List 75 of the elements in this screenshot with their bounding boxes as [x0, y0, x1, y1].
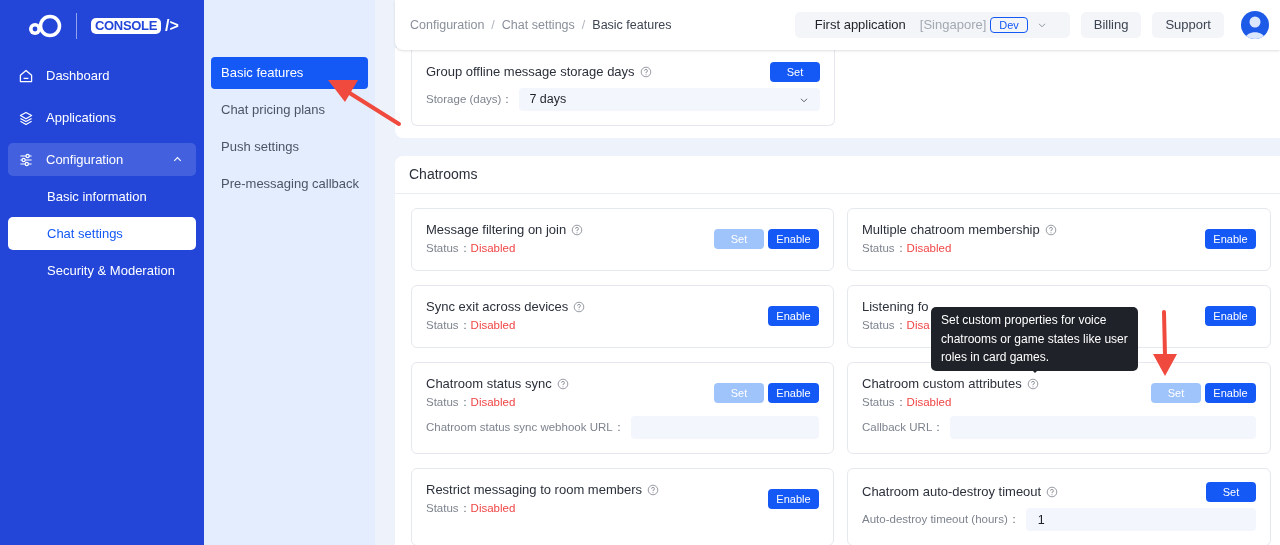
submenu-item[interactable]: Basic features — [211, 57, 368, 89]
header-button[interactable]: Billing — [1080, 12, 1142, 38]
status-label: Status： — [426, 501, 471, 516]
field-label: Storage (days)： — [426, 91, 514, 107]
nav-item[interactable]: Basic information — [8, 180, 196, 213]
section-title: Chatrooms — [409, 165, 478, 184]
logo-badge: CONSOLE — [91, 18, 161, 34]
status-label: Status： — [862, 318, 907, 333]
status-label: Status： — [862, 395, 907, 410]
status-value: Disabled — [470, 241, 516, 256]
breadcrumb-separator: / — [581, 16, 586, 34]
status-label: Status： — [426, 318, 471, 333]
help-icon — [1026, 378, 1039, 390]
sliders-icon — [18, 151, 34, 168]
tooltip: Set custom properties for voice chatrooms or game states like user roles in card games. — [931, 307, 1138, 371]
breadcrumb-current: Basic features — [592, 16, 672, 34]
home-icon — [18, 67, 34, 84]
submenu-item[interactable]: Push settings — [211, 131, 368, 163]
nav-item[interactable]: Chat settings — [8, 217, 196, 250]
status-value: Disabled — [906, 241, 952, 256]
feature-title: Message filtering on join — [426, 222, 567, 238]
status-value: Disabled — [906, 395, 952, 410]
nav-item[interactable]: Dashboard — [8, 59, 196, 92]
logo-icon — [26, 12, 62, 40]
breadcrumb-link[interactable]: Configuration — [410, 15, 485, 35]
field-label: Callback URL： — [862, 419, 945, 435]
enable-button[interactable]: Enable — [768, 489, 819, 509]
nav-item[interactable]: Configuration — [8, 143, 196, 176]
enable-button[interactable]: Enable — [1205, 306, 1256, 326]
set-button[interactable]: Set — [1206, 482, 1256, 502]
nav-item[interactable]: Security & Moderation — [8, 254, 196, 287]
status-value: Disabled — [470, 318, 516, 333]
status-value: Disa — [906, 318, 930, 333]
feature-title: Listening fo — [862, 299, 929, 315]
help-icon — [647, 484, 659, 496]
input-field[interactable]: 1 — [1025, 508, 1256, 531]
env-badge: Dev — [990, 17, 1028, 33]
set-button[interactable]: Set — [770, 62, 820, 82]
field-label: Auto-destroy timeout (hours)： — [862, 511, 1020, 527]
annotation-arrow — [1153, 310, 1177, 376]
status-value: Disabled — [470, 501, 516, 516]
help-icon — [1046, 486, 1059, 498]
enable-button[interactable]: Enable — [768, 306, 819, 326]
help-icon — [571, 224, 584, 236]
feature-title: Chatroom auto-destroy timeout — [862, 484, 1042, 500]
app-selector[interactable]: First application [Singapore] Dev — [794, 12, 1070, 38]
status-value: Disabled — [470, 395, 516, 410]
layers-icon — [18, 109, 34, 126]
avatar[interactable] — [1241, 11, 1269, 39]
nav-item[interactable]: Applications — [8, 101, 196, 134]
enable-button[interactable]: Enable — [768, 229, 819, 249]
submenu-item[interactable]: Pre-messaging callback — [211, 168, 368, 200]
enable-button[interactable]: Enable — [768, 383, 819, 403]
breadcrumb-separator: / — [491, 16, 495, 34]
help-icon — [573, 301, 586, 313]
enable-button[interactable]: Enable — [1205, 229, 1256, 249]
field-label: Chatroom status sync webhook URL： — [426, 419, 625, 435]
status-label: Status： — [426, 241, 471, 256]
logo-mark: /> — [165, 18, 179, 34]
feature-title: Chatroom status sync — [426, 376, 552, 392]
enable-button[interactable]: Enable — [1205, 383, 1256, 403]
feature-title: Sync exit across devices — [426, 299, 569, 315]
help-icon — [556, 378, 569, 390]
help-icon — [1044, 224, 1057, 236]
header-button[interactable]: Support — [1152, 12, 1224, 38]
status-label: Status： — [862, 241, 907, 256]
status-label: Status： — [426, 395, 471, 410]
feature-title: Restrict messaging to room members — [426, 482, 642, 498]
feature-title: Chatroom custom attributes — [862, 376, 1022, 392]
submenu-item[interactable]: Chat pricing plans — [211, 94, 368, 126]
breadcrumb-link[interactable]: Chat settings — [501, 15, 575, 35]
feature-title: Multiple chatroom membership — [862, 222, 1040, 238]
select-field[interactable]: 7 days — [519, 88, 820, 111]
help-icon — [639, 66, 652, 78]
feature-title: Group offline message storage days — [426, 64, 635, 80]
